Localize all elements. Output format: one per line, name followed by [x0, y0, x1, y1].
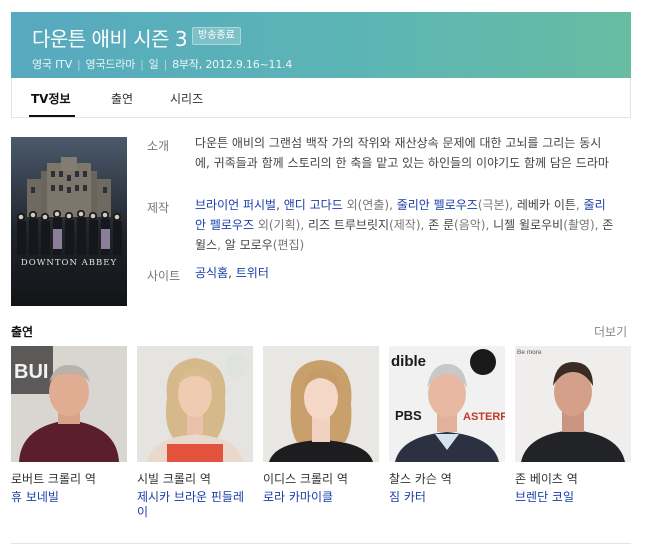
actor-photo[interactable]: [137, 346, 253, 462]
credit-name: 존 룬: [428, 218, 455, 232]
backdrop-sign-text: Be more: [517, 349, 542, 356]
cast-role: 찰스 카슨 역: [389, 472, 452, 486]
program-poster[interactable]: DOWNTON ABBEY: [11, 137, 127, 306]
production-label: 제작: [147, 201, 170, 215]
tab-tv-info[interactable]: TV정보: [31, 90, 71, 107]
backdrop-sign-text: BUI: [14, 361, 48, 383]
credit-name: 레베카 이튼: [516, 198, 576, 212]
synopsis-label: 소개: [147, 139, 170, 153]
program-header: 다운튼 애비 시즌 3 방송종료 영국 ITV | 영국드라마 | 일 | 8부작, 201…: [11, 12, 631, 78]
more-link[interactable]: 더보기: [594, 323, 627, 340]
credit-name: 알 모로우: [224, 238, 273, 252]
credit-role: ,: [575, 198, 584, 212]
cast-group-illustration: [17, 210, 122, 255]
meta-channel[interactable]: 영국 ITV: [32, 58, 72, 71]
actor-photo[interactable]: dible PBS ASTERP: [389, 346, 505, 462]
credit-name[interactable]: 줄리안 펠로우즈: [397, 198, 478, 212]
actor-photo[interactable]: BUI: [11, 346, 127, 462]
actor-photo-image: Be more: [515, 346, 631, 462]
actor-photo-image: [137, 346, 253, 462]
program-title[interactable]: 다운튼 애비 시즌 3: [32, 23, 188, 52]
actor-photo[interactable]: Be more: [515, 346, 631, 462]
credit-name[interactable]: 앤디 고다드: [284, 198, 343, 212]
actor-photo-image: dible PBS ASTERP: [389, 346, 505, 462]
meta-episodes: 8부작, 2012.9.16~11.4: [172, 58, 293, 71]
meta-separator: |: [140, 58, 144, 71]
cast-card[interactable]: BUI 로버트 크롤리 역 휴 보네빌: [11, 346, 127, 505]
meta-separator: |: [163, 58, 168, 71]
credit-role: 외(기획),: [254, 218, 308, 232]
cast-card[interactable]: 이디스 크롤리 역 로라 카마이클: [263, 346, 379, 505]
cast-role: 존 베이츠 역: [515, 472, 578, 486]
actor-photo-image: BUI: [11, 346, 127, 462]
cast-actor-link[interactable]: 제시카 브라운 핀들레이: [137, 490, 253, 520]
credit-name: 브라이언 퍼시벌: [195, 198, 277, 212]
production-credits: 브라이언 퍼시벌, 앤디 고다드 외(연출), 줄리안 펠로우즈(극본), 레베…: [195, 198, 614, 252]
credit-role: (편집): [272, 238, 305, 252]
site-links: 공식홈, 트위터: [195, 266, 269, 280]
cast-actor-link[interactable]: 휴 보네빌: [11, 490, 127, 505]
site-label: 사이트: [147, 269, 181, 283]
backdrop-sign-text: PBS: [395, 408, 422, 423]
meta-separator: |: [77, 58, 81, 71]
cast-role: 시빌 크롤리 역: [137, 472, 211, 486]
cast-role: 이디스 크롤리 역: [263, 472, 348, 486]
backdrop-sign-text: ASTERP: [463, 411, 505, 423]
actor-photo-image: [263, 346, 379, 462]
credit-role: (제작),: [389, 218, 429, 232]
meta-day: 일: [148, 58, 159, 71]
backdrop-sign-text: dible: [391, 353, 426, 370]
section-divider: [11, 543, 631, 544]
credit-role: (극본),: [477, 198, 517, 212]
cast-actor-link[interactable]: 짐 카터: [389, 490, 505, 505]
active-tab-indicator: [29, 115, 75, 117]
cast-actor-link[interactable]: 브렌단 코일: [515, 490, 631, 505]
credit-role: 외(연출),: [342, 198, 397, 212]
poster-title: DOWNTON ABBEY: [20, 258, 118, 268]
cast-card[interactable]: dible PBS ASTERP 찰스 카슨 역 짐 카터: [389, 346, 505, 505]
program-meta: 영국 ITV | 영국드라마 | 일 | 8부작, 2012.9.16~11.4: [32, 56, 292, 72]
cast-card[interactable]: Be more 존 베이츠 역 브렌단 코일: [515, 346, 631, 505]
actor-photo[interactable]: [263, 346, 379, 462]
credit-name: 리즈 트루브릿지: [307, 218, 390, 232]
cast-card[interactable]: 시빌 크롤리 역 제시카 브라운 핀들레이: [137, 346, 253, 520]
official-site-link[interactable]: 공식홈: [195, 266, 228, 280]
credit-role: (음악),: [454, 218, 494, 232]
cast-role: 로버트 크롤리 역: [11, 472, 96, 486]
synopsis-text: 다운튼 애비의 그랜섬 백작 가의 작위와 재산상속 문제에 대한 고뇌를 그리…: [195, 136, 609, 170]
credit-role: ,: [217, 238, 225, 252]
status-badge: 방송종료: [192, 27, 241, 45]
cast-section-title: 출연: [11, 325, 34, 339]
tab-series[interactable]: 시리즈: [170, 90, 203, 107]
credit-role: (촬영),: [563, 218, 603, 232]
tab-bar: TV정보 출연 시리즈: [11, 78, 631, 118]
meta-genre[interactable]: 영국드라마: [86, 58, 136, 71]
cast-actor-link[interactable]: 로라 카마이클: [263, 490, 379, 505]
tab-cast[interactable]: 출연: [111, 90, 133, 107]
credit-name: 니젤 윌로우비: [493, 218, 564, 232]
twitter-link[interactable]: 트위터: [236, 266, 269, 280]
